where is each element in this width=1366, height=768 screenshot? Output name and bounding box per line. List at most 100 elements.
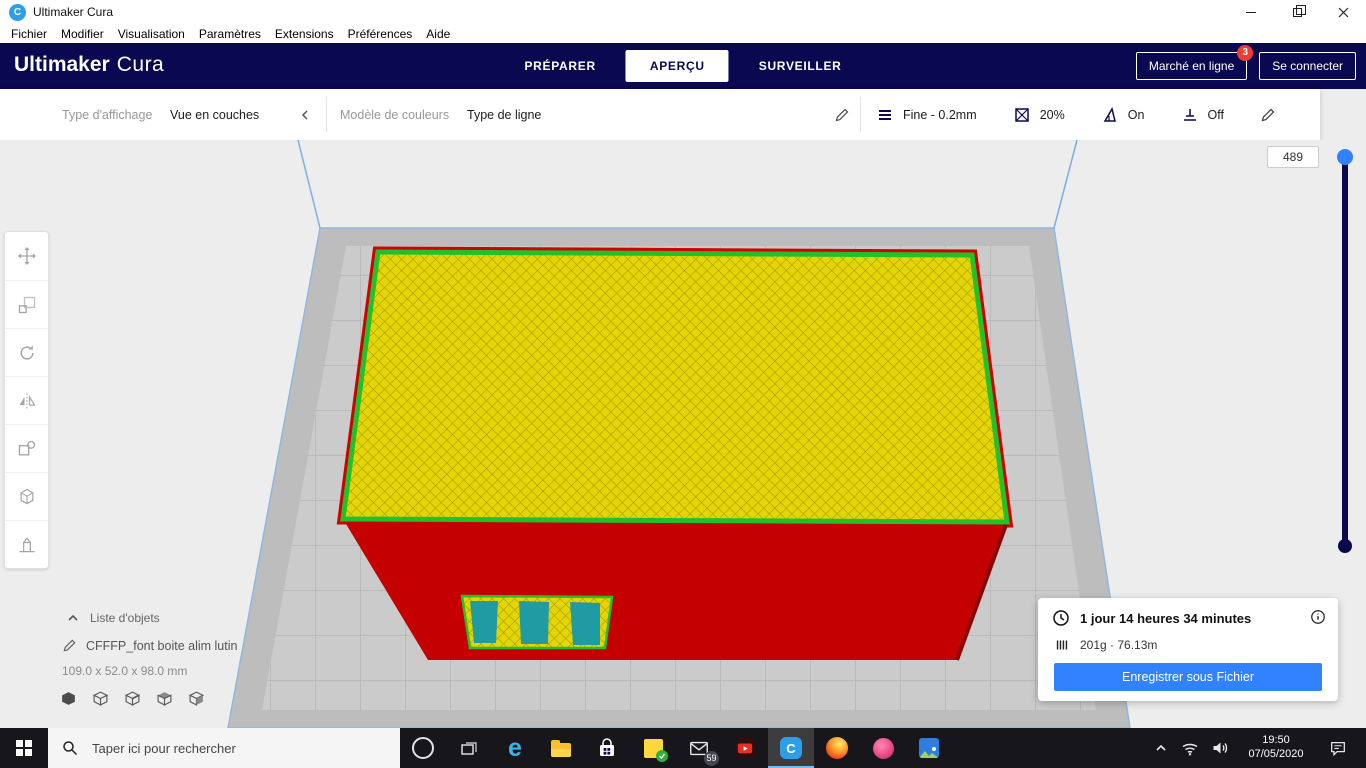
minimize-icon bbox=[1246, 12, 1256, 13]
sign-in-button[interactable]: Se connecter bbox=[1259, 52, 1356, 80]
tab-preparer[interactable]: PRÉPARER bbox=[500, 50, 619, 82]
taskbar-search[interactable] bbox=[48, 728, 400, 768]
menu-modifier[interactable]: Modifier bbox=[54, 27, 111, 41]
rotate-tool[interactable] bbox=[5, 328, 48, 376]
file-explorer-app[interactable] bbox=[538, 728, 584, 768]
per-model-settings-tool[interactable] bbox=[5, 424, 48, 472]
support-blocker-icon bbox=[20, 488, 33, 504]
menu-preferences[interactable]: Préférences bbox=[341, 27, 420, 41]
store-icon bbox=[600, 738, 614, 756]
divider bbox=[326, 97, 327, 132]
tool-panel bbox=[4, 231, 49, 569]
cura-taskbar-app[interactable]: C bbox=[768, 728, 814, 768]
network-status[interactable] bbox=[1176, 728, 1204, 768]
edge-app[interactable]: e bbox=[492, 728, 538, 768]
rename-job-button[interactable] bbox=[62, 638, 77, 653]
rotate-icon bbox=[19, 345, 34, 360]
move-tool[interactable] bbox=[5, 232, 48, 280]
stage-tabs: PRÉPARER APERÇU SURVEILLER bbox=[500, 50, 865, 82]
mesh-type-2[interactable] bbox=[92, 690, 109, 707]
start-button[interactable] bbox=[0, 728, 48, 768]
pencil-icon bbox=[835, 108, 849, 121]
tray-expand-button[interactable] bbox=[1148, 728, 1174, 768]
print-info-button[interactable] bbox=[1310, 609, 1326, 625]
pink-app-icon bbox=[872, 737, 894, 759]
material-spool-icon bbox=[1056, 640, 1068, 650]
display-type-dropdown[interactable]: Vue en couches bbox=[170, 89, 259, 140]
menu-bar: Fichier Modifier Visualisation Paramètre… bbox=[0, 25, 1366, 43]
search-input[interactable] bbox=[90, 728, 400, 768]
action-center-button[interactable] bbox=[1320, 728, 1356, 768]
search-icon bbox=[63, 741, 78, 756]
firefox-app[interactable] bbox=[814, 728, 860, 768]
color-scheme-dropdown[interactable]: Type de ligne bbox=[467, 89, 541, 140]
video-app-icon bbox=[735, 738, 755, 758]
notes-app[interactable] bbox=[630, 728, 676, 768]
model-front-face bbox=[343, 519, 1007, 660]
menu-fichier[interactable]: Fichier bbox=[4, 27, 54, 41]
display-type-label: Type d'affichage bbox=[62, 107, 153, 122]
pencil-icon bbox=[63, 639, 76, 652]
edit-print-settings-button[interactable] bbox=[1260, 107, 1276, 123]
adhesion-icon bbox=[1183, 108, 1196, 121]
layer-number-box[interactable]: 489 bbox=[1267, 146, 1319, 168]
file-explorer-icon bbox=[551, 739, 571, 757]
task-view-button[interactable] bbox=[446, 728, 492, 768]
collapse-panel-button[interactable] bbox=[298, 89, 312, 140]
scale-icon bbox=[18, 296, 35, 313]
mesh-type-4[interactable] bbox=[156, 690, 173, 707]
tab-surveiller[interactable]: SURVEILLER bbox=[735, 50, 866, 82]
menu-parametres[interactable]: Paramètres bbox=[192, 27, 268, 41]
clock-time: 19:50 bbox=[1262, 734, 1290, 746]
mirror-tool[interactable] bbox=[5, 376, 48, 424]
taskbar-clock[interactable]: 19:50 07/05/2020 bbox=[1238, 733, 1314, 763]
restore-icon bbox=[1292, 5, 1306, 17]
mesh-type-3[interactable] bbox=[124, 690, 141, 707]
video-app[interactable] bbox=[722, 728, 768, 768]
adhesion-setting[interactable]: Off bbox=[1181, 106, 1224, 124]
windows-logo-icon bbox=[16, 740, 32, 756]
clock-date: 07/05/2020 bbox=[1248, 748, 1304, 760]
support-blocker-tool[interactable] bbox=[5, 472, 48, 520]
photos-app[interactable] bbox=[906, 728, 952, 768]
marketplace-button[interactable]: Marché en ligne 3 bbox=[1135, 45, 1254, 80]
support-setting[interactable]: On bbox=[1101, 106, 1144, 124]
custom-supports-tool[interactable] bbox=[5, 520, 48, 568]
layer-slider-track[interactable] bbox=[1342, 160, 1348, 544]
object-list-toggle[interactable]: Liste d'objets bbox=[60, 610, 166, 626]
scale-tool[interactable] bbox=[5, 280, 48, 328]
layer-slider-top-handle[interactable] bbox=[1337, 149, 1353, 165]
cortana-button[interactable] bbox=[400, 728, 446, 768]
mesh-type-5[interactable] bbox=[188, 690, 205, 707]
volume-status[interactable] bbox=[1206, 728, 1234, 768]
menu-aide[interactable]: Aide bbox=[419, 27, 457, 41]
tab-apercu[interactable]: APERÇU bbox=[625, 50, 729, 82]
chevron-up-icon bbox=[68, 614, 78, 621]
sliced-model[interactable] bbox=[336, 246, 1014, 661]
infill-icon bbox=[1014, 107, 1029, 122]
menu-extensions[interactable]: Extensions bbox=[268, 27, 341, 41]
layer-slider-bottom-handle[interactable] bbox=[1338, 539, 1352, 553]
minimize-button[interactable] bbox=[1228, 0, 1274, 25]
profile-setting[interactable]: Fine - 0.2mm bbox=[876, 106, 977, 124]
menu-visualisation[interactable]: Visualisation bbox=[111, 27, 192, 41]
close-button[interactable] bbox=[1320, 0, 1366, 25]
firefox-icon bbox=[826, 737, 848, 759]
mail-app[interactable]: 59 bbox=[676, 728, 722, 768]
mesh-type-normal[interactable] bbox=[60, 690, 77, 707]
marketplace-badge: 3 bbox=[1237, 45, 1254, 61]
edit-view-settings-button[interactable] bbox=[834, 89, 850, 140]
save-to-file-button[interactable]: Enregistrer sous Fichier bbox=[1054, 663, 1322, 691]
model-cutout bbox=[570, 602, 600, 645]
restore-button[interactable] bbox=[1274, 0, 1320, 25]
print-job-summary-card: 1 jour 14 heures 34 minutes 201g · 76.13… bbox=[1038, 598, 1338, 701]
infill-setting[interactable]: 20% bbox=[1013, 106, 1065, 124]
info-icon bbox=[1311, 610, 1325, 624]
per-model-settings-icon bbox=[18, 440, 35, 455]
store-app[interactable] bbox=[584, 728, 630, 768]
print-time: 1 jour 14 heures 34 minutes bbox=[1080, 610, 1252, 626]
pencil-icon bbox=[1261, 108, 1275, 121]
move-icon bbox=[17, 246, 36, 266]
cura-logo: Ultimaker Cura bbox=[14, 53, 165, 76]
pink-app[interactable] bbox=[860, 728, 906, 768]
